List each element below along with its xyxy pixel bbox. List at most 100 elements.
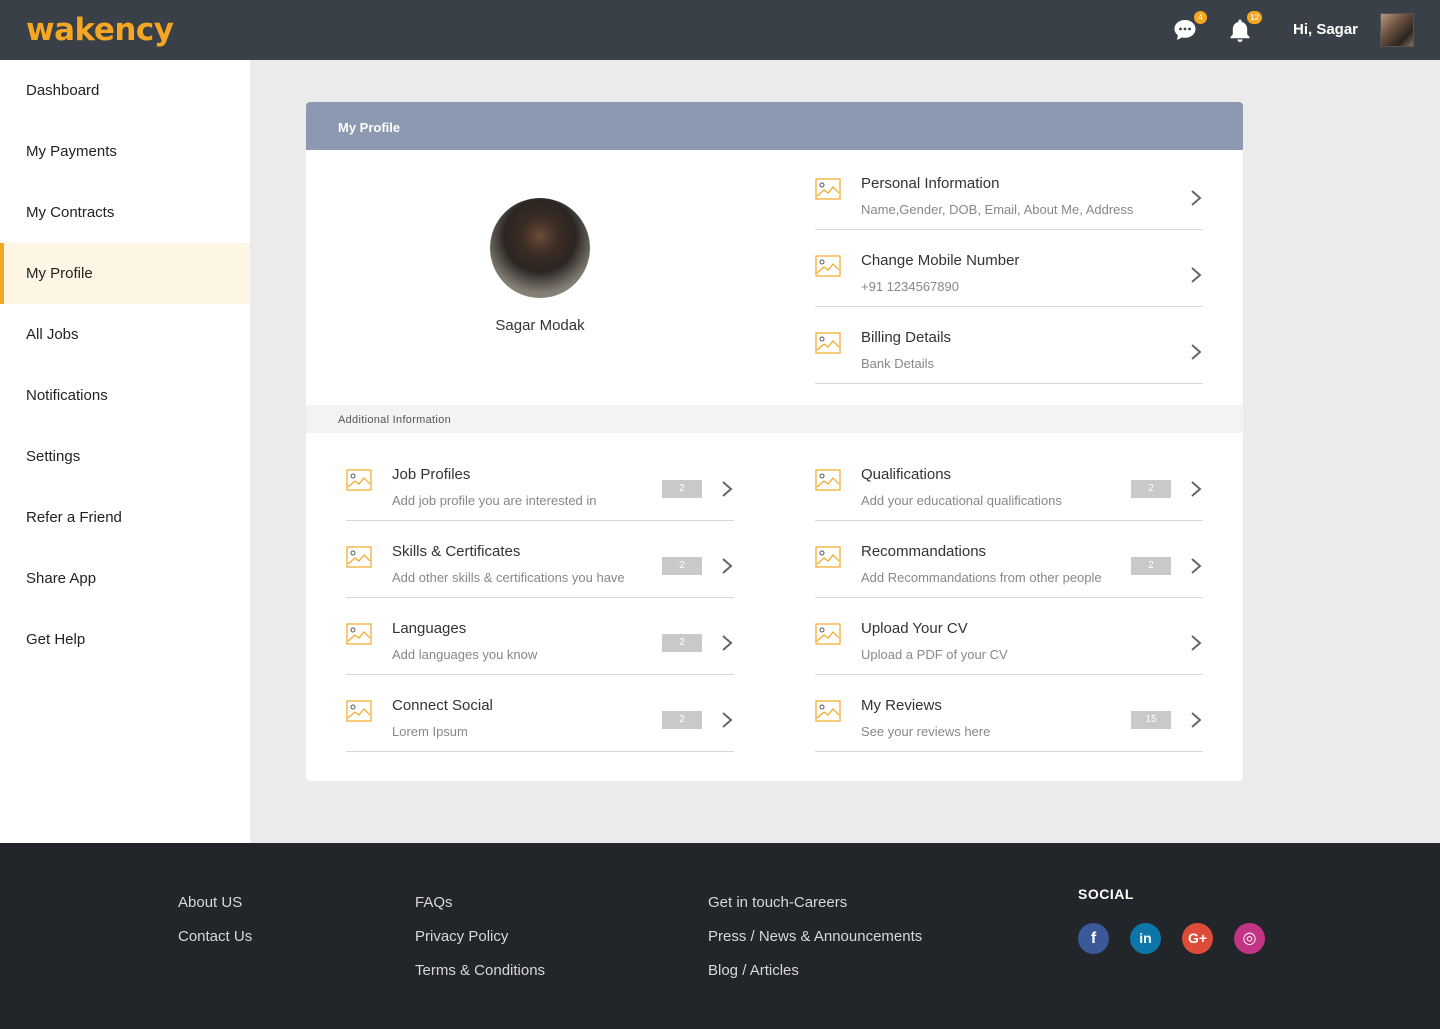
row-subtitle: Bank Details xyxy=(861,356,934,371)
profile-row-connect-social[interactable]: Connect Social Lorem Ipsum 2 xyxy=(346,675,734,752)
chevron-right-icon[interactable] xyxy=(1189,710,1203,730)
profile-row-billing-details[interactable]: Billing Details Bank Details xyxy=(815,307,1203,384)
count-badge: 2 xyxy=(1131,480,1171,498)
count-badge: 2 xyxy=(662,711,702,729)
profile-row-my-reviews[interactable]: My Reviews See your reviews here 15 xyxy=(815,675,1203,752)
footer-link-blog[interactable]: Blog / Articles xyxy=(708,962,799,979)
notification-count-badge: 12 xyxy=(1247,11,1262,24)
chevron-right-icon[interactable] xyxy=(1189,342,1203,362)
chat-icon[interactable]: 4 xyxy=(1171,11,1207,44)
count-badge: 2 xyxy=(662,480,702,498)
linkedin-icon[interactable]: in xyxy=(1130,923,1161,954)
row-subtitle: See your reviews here xyxy=(861,724,991,739)
card-title: My Profile xyxy=(338,120,401,135)
footer-link-careers[interactable]: Get in touch-Careers xyxy=(708,894,847,911)
row-subtitle: Add job profile you are interested in xyxy=(392,493,597,508)
image-placeholder-icon xyxy=(346,544,372,570)
row-title: Job Profiles xyxy=(392,466,471,483)
footer-link-press[interactable]: Press / News & Announcements xyxy=(708,928,922,945)
row-title: My Reviews xyxy=(861,697,942,714)
footer-link-contact-us[interactable]: Contact Us xyxy=(178,928,252,945)
sidebar-item-get-help[interactable]: Get Help xyxy=(0,609,250,670)
row-subtitle: +91 1234567890 xyxy=(861,279,959,294)
row-title: Connect Social xyxy=(392,697,493,714)
row-title: Billing Details xyxy=(861,329,952,346)
image-placeholder-icon xyxy=(815,253,841,279)
row-title: Personal Information xyxy=(861,175,1000,192)
chat-count-badge: 4 xyxy=(1194,11,1207,24)
row-subtitle: Name,Gender, DOB, Email, About Me, Addre… xyxy=(861,202,1134,217)
row-subtitle: Upload a PDF of your CV xyxy=(861,647,1008,662)
sidebar-item-my-contracts[interactable]: My Contracts xyxy=(0,182,250,243)
profile-name: Sagar Modak xyxy=(495,317,585,334)
top-header: wakency 4 12 Hi, Sagar xyxy=(0,0,1440,60)
chevron-right-icon[interactable] xyxy=(720,710,734,730)
footer-link-about-us[interactable]: About US xyxy=(178,894,242,911)
chevron-right-icon[interactable] xyxy=(1189,556,1203,576)
row-title: Change Mobile Number xyxy=(861,252,1020,269)
chevron-right-icon[interactable] xyxy=(720,633,734,653)
row-subtitle: Add languages you know xyxy=(392,647,538,662)
chevron-right-icon[interactable] xyxy=(720,479,734,499)
sidebar-item-settings[interactable]: Settings xyxy=(0,426,250,487)
row-title: Upload Your CV xyxy=(861,620,968,637)
sidebar-nav: Dashboard My Payments My Contracts My Pr… xyxy=(0,60,250,843)
sidebar-item-refer-a-friend[interactable]: Refer a Friend xyxy=(0,487,250,548)
sidebar-item-dashboard[interactable]: Dashboard xyxy=(0,60,250,121)
count-badge: 2 xyxy=(662,634,702,652)
row-subtitle: Lorem Ipsum xyxy=(392,724,468,739)
footer-link-privacy-policy[interactable]: Privacy Policy xyxy=(415,928,508,945)
wakency-logo[interactable]: wakency xyxy=(26,12,174,48)
google-plus-icon[interactable]: G+ xyxy=(1182,923,1213,954)
sidebar-item-share-app[interactable]: Share App xyxy=(0,548,250,609)
profile-row-personal-information[interactable]: Personal Information Name,Gender, DOB, Em… xyxy=(815,153,1203,230)
instagram-icon[interactable]: ◎ xyxy=(1234,923,1265,954)
profile-row-change-mobile-number[interactable]: Change Mobile Number +91 1234567890 xyxy=(815,230,1203,307)
facebook-icon[interactable]: f xyxy=(1078,923,1109,954)
profile-row-upload-your-cv[interactable]: Upload Your CV Upload a PDF of your CV xyxy=(815,598,1203,675)
row-subtitle: Add Recommandations from other people xyxy=(861,570,1102,585)
row-title: Recommandations xyxy=(861,543,987,560)
image-placeholder-icon xyxy=(346,621,372,647)
footer: About US Contact Us FAQs Privacy Policy … xyxy=(0,843,1440,1029)
bell-icon[interactable]: 12 xyxy=(1226,11,1262,44)
user-greeting: Hi, Sagar xyxy=(1293,21,1359,38)
footer-link-terms[interactable]: Terms & Conditions xyxy=(415,962,545,979)
additional-info-label: Additional Information xyxy=(338,414,451,426)
sidebar-item-my-payments[interactable]: My Payments xyxy=(0,121,250,182)
chevron-right-icon[interactable] xyxy=(1189,479,1203,499)
profile-row-skills-and-certificates[interactable]: Skills & Certificates Add other skills & … xyxy=(346,521,734,598)
image-placeholder-icon xyxy=(815,544,841,570)
profile-photo[interactable] xyxy=(490,198,590,298)
sidebar-item-notifications[interactable]: Notifications xyxy=(0,365,250,426)
chevron-right-icon[interactable] xyxy=(1189,188,1203,208)
profile-row-qualifications[interactable]: Qualifications Add your educational quali… xyxy=(815,444,1203,521)
profile-row-job-profiles[interactable]: Job Profiles Add job profile you are inte… xyxy=(346,444,734,521)
image-placeholder-icon xyxy=(815,621,841,647)
image-placeholder-icon xyxy=(346,467,372,493)
count-badge: 2 xyxy=(662,557,702,575)
image-placeholder-icon xyxy=(815,330,841,356)
image-placeholder-icon xyxy=(815,467,841,493)
profile-row-recommandations[interactable]: Recommandations Add Recommandations from … xyxy=(815,521,1203,598)
additional-info-header: Additional Information xyxy=(306,405,1243,433)
row-title: Languages xyxy=(392,620,467,637)
card-header: My Profile xyxy=(306,102,1243,150)
image-placeholder-icon xyxy=(346,698,372,724)
chevron-right-icon[interactable] xyxy=(720,556,734,576)
row-subtitle: Add other skills & certifications you ha… xyxy=(392,570,625,585)
chevron-right-icon[interactable] xyxy=(1189,265,1203,285)
social-title: SOCIAL xyxy=(1078,886,1134,902)
sidebar-item-all-jobs[interactable]: All Jobs xyxy=(0,304,250,365)
image-placeholder-icon xyxy=(815,176,841,202)
profile-card: My Profile Sagar Modak Personal Informat… xyxy=(306,102,1243,781)
sidebar-item-my-profile[interactable]: My Profile xyxy=(0,243,250,304)
row-title: Skills & Certificates xyxy=(392,543,521,560)
count-badge: 2 xyxy=(1131,557,1171,575)
chevron-right-icon[interactable] xyxy=(1189,633,1203,653)
row-subtitle: Add your educational qualifications xyxy=(861,493,1062,508)
footer-link-faqs[interactable]: FAQs xyxy=(415,894,453,911)
row-title: Qualifications xyxy=(861,466,952,483)
user-avatar[interactable] xyxy=(1380,13,1414,47)
profile-row-languages[interactable]: Languages Add languages you know 2 xyxy=(346,598,734,675)
